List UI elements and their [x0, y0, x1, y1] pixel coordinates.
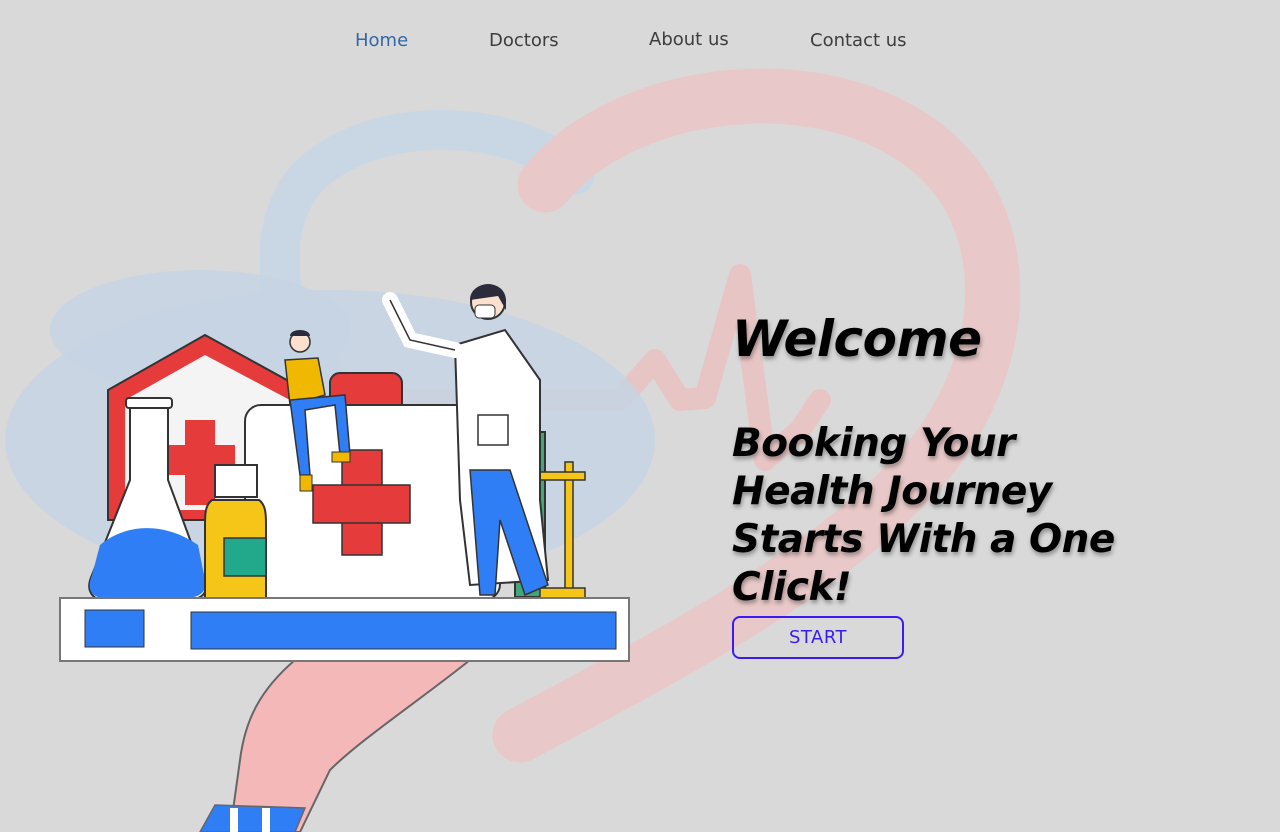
start-button[interactable]: START	[732, 616, 904, 659]
medical-tray-illustration	[5, 270, 655, 832]
hero-title: Welcome	[732, 310, 982, 368]
landing-page: Home Doctors About us Contact us Welcome…	[0, 0, 1280, 832]
nav-contact-link[interactable]: Contact us	[810, 30, 907, 51]
hero-tagline: Booking Your Health Journey Starts With …	[732, 421, 1115, 610]
hero-section: Welcome Booking Your Health Journey Star…	[732, 310, 1252, 612]
